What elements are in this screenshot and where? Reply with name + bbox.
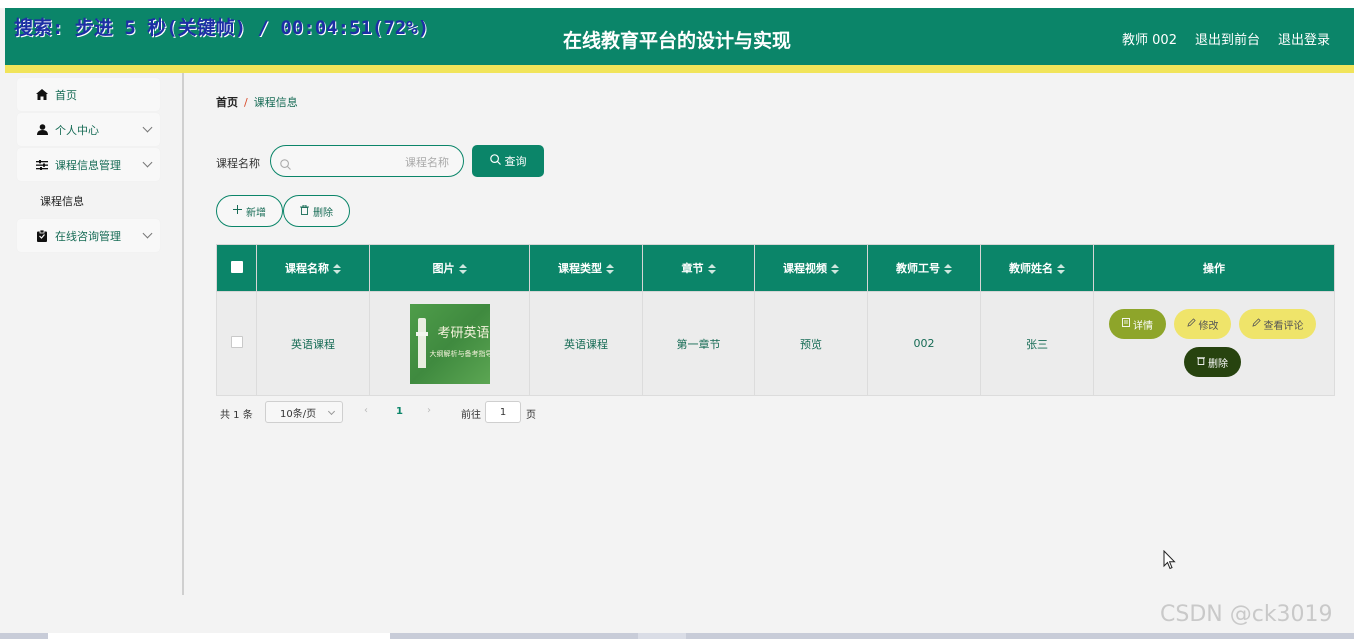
thumbnail-title: 考研英语 [437, 325, 490, 341]
sidebar-item-label: 首页 [55, 88, 77, 102]
sidebar-item-home[interactable]: 首页 [17, 78, 160, 111]
pencil-icon [1251, 318, 1261, 330]
current-user: 教师 002 [1122, 33, 1177, 48]
breadcrumb-home[interactable]: 首页 [216, 96, 238, 109]
cell-course-type: 英语课程 [529, 291, 643, 396]
search-label: 课程名称 [216, 157, 260, 170]
cell-video-preview[interactable]: 预览 [754, 291, 868, 396]
select-all-cell [216, 244, 257, 292]
column-header[interactable]: 教师姓名 [980, 244, 1094, 292]
sort-icon[interactable] [944, 264, 952, 274]
course-thumbnail[interactable]: 考研英语 大纲解析与备考指导 [409, 303, 490, 384]
watermark: CSDN @ck3019 [1160, 602, 1333, 627]
cell-teacher-name: 张三 [980, 291, 1094, 396]
search-input[interactable] [297, 151, 451, 173]
column-header[interactable]: 课程名称 [256, 244, 370, 292]
sort-icon[interactable] [333, 264, 341, 274]
trash-icon [300, 204, 309, 218]
lighthouse-graphic [417, 317, 426, 368]
goto-label: 前往 [461, 410, 481, 421]
cell-image: 考研英语 大纲解析与备考指导 [369, 291, 530, 396]
sort-icon[interactable] [831, 264, 839, 274]
delete-button-label: 删除 [313, 207, 333, 219]
search-field [270, 145, 464, 177]
exit-to-front-link[interactable]: 退出到前台 [1195, 29, 1260, 48]
pagination-total: 共 1 条 [220, 410, 253, 421]
row-select-cell [216, 291, 257, 396]
header-user-links: 教师 002 退出到前台 退出登录 [1122, 29, 1330, 48]
course-table: 课程名称 图片 课程类型 章节 课程视频 教师工号 教师姓名 操作 英语课程 考… [216, 244, 1335, 396]
column-header[interactable]: 课程视频 [754, 244, 868, 292]
app-title: 在线教育平台的设计与实现 [563, 30, 792, 52]
lighthouse-band [415, 331, 428, 336]
mouse-cursor-icon [1163, 549, 1177, 574]
sidebar-item-consult-management[interactable]: 在线咨询管理 [17, 219, 160, 252]
trash-icon [1197, 356, 1205, 368]
sidebar-divider [182, 73, 184, 595]
column-header-ops: 操作 [1093, 244, 1335, 292]
sidebar-item-profile[interactable]: 个人中心 [17, 113, 160, 146]
sort-icon[interactable] [1057, 264, 1065, 274]
sort-icon[interactable] [707, 264, 716, 274]
top-strip [0, 0, 1354, 8]
cell-teacher-no: 002 [867, 291, 981, 396]
clipboard-icon [35, 229, 49, 242]
cell-chapter: 第一章节 [642, 291, 755, 396]
chevron-down-icon [142, 157, 153, 168]
row-delete-button[interactable]: 删除 [1184, 347, 1241, 377]
sidebar-item-label: 个人中心 [55, 123, 99, 137]
sidebar-item-course-management[interactable]: 课程信息管理 [17, 148, 160, 181]
plus-icon [233, 205, 242, 217]
pencil-icon [1186, 318, 1196, 330]
home-icon [35, 89, 49, 100]
thumbnail-subtitle: 大纲解析与备考指导 [429, 349, 490, 358]
next-page-icon[interactable]: › [427, 405, 431, 416]
video-overlay-text: 搜索: 步进 5 秒(关键帧) / 00:04:51(72%) [14, 17, 430, 39]
chevron-down-icon [142, 122, 153, 133]
sliders-icon [35, 159, 49, 170]
current-page-number[interactable]: 1 [396, 406, 403, 417]
sidebar-subitem-course-info[interactable]: 课程信息 [40, 193, 84, 209]
document-icon [1122, 318, 1130, 330]
chevron-down-icon [327, 407, 336, 416]
user-icon [35, 124, 49, 135]
cell-ops: 详情 修改 查看评论 删除 [1093, 291, 1335, 396]
view-comments-button[interactable]: 查看评论 [1239, 309, 1316, 339]
header-accent-line [5, 65, 1354, 73]
sort-icon[interactable] [606, 264, 614, 274]
sort-icon[interactable] [458, 264, 467, 274]
sidebar-item-label: 在线咨询管理 [55, 229, 121, 243]
breadcrumb-separator: / [244, 96, 248, 109]
table-row: 英语课程 考研英语 大纲解析与备考指导 英语课程 第一章节 预览 002 张三 … [216, 291, 1335, 396]
prev-page-icon[interactable]: ‹ [364, 405, 368, 416]
column-header[interactable]: 教师工号 [867, 244, 981, 292]
table-header-row: 课程名称 图片 课程类型 章节 课程视频 教师工号 教师姓名 操作 [216, 244, 1335, 292]
column-header[interactable]: 章节 [642, 244, 755, 292]
goto-page-input[interactable]: 1 [485, 401, 521, 423]
query-button-label: 查询 [504, 155, 527, 168]
page-suffix: 页 [526, 410, 536, 421]
chevron-down-icon [142, 228, 153, 239]
edit-button[interactable]: 修改 [1174, 309, 1231, 339]
scrollbar-segment [638, 633, 686, 639]
search-icon [280, 155, 291, 174]
cell-course-name: 英语课程 [256, 291, 370, 396]
column-header[interactable]: 课程类型 [529, 244, 643, 292]
sidebar-item-label: 课程信息管理 [55, 158, 121, 172]
column-header[interactable]: 图片 [369, 244, 530, 292]
breadcrumb: 首页 / 课程信息 [216, 94, 298, 110]
batch-delete-button[interactable]: 删除 [283, 195, 350, 227]
query-button[interactable]: 查询 [472, 145, 544, 177]
scrollbar-thumb[interactable] [48, 633, 390, 639]
page-size-select[interactable]: 10条/页 [265, 401, 343, 423]
logout-link[interactable]: 退出登录 [1278, 29, 1330, 48]
detail-button[interactable]: 详情 [1109, 309, 1166, 339]
row-actions: 详情 修改 查看评论 删除 [1094, 293, 1334, 394]
add-button-label: 新增 [246, 207, 266, 219]
select-all-checkbox[interactable] [230, 260, 243, 273]
breadcrumb-current: 课程信息 [253, 96, 298, 109]
row-checkbox[interactable] [230, 336, 243, 348]
search-icon [489, 154, 501, 168]
add-button[interactable]: 新增 [216, 195, 283, 227]
